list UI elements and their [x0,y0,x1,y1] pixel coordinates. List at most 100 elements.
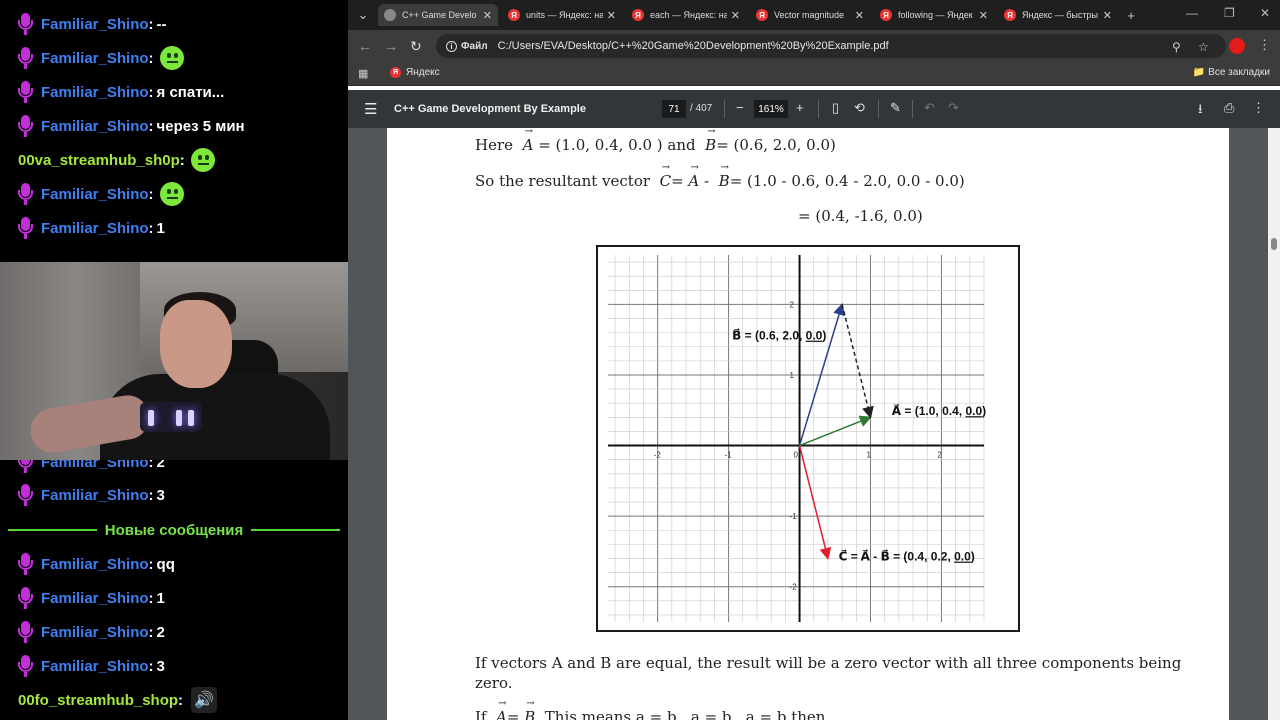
bookmark-yandex[interactable]: Я Яндекс [390,67,440,78]
close-window-icon[interactable]: ✕ [1260,6,1270,20]
microphone-icon [18,553,33,575]
chat-message-text: -- [156,15,167,33]
tab-close-icon[interactable]: ✕ [855,9,864,22]
zoom-icon[interactable]: ⚲ [1172,40,1181,54]
minimize-icon[interactable]: — [1186,6,1198,20]
webcam-overlay [0,262,348,460]
forward-icon[interactable]: → [384,38,398,54]
chat-separator: : [148,486,154,504]
yandex-icon: Я [880,9,892,21]
redo-icon[interactable]: ↷ [948,100,959,116]
chat-username[interactable]: Familiar_Shino [41,50,149,67]
chat-username[interactable]: Familiar_Shino [41,590,149,607]
chat-message-text: qq [156,555,175,573]
site-info-chip[interactable]: i Файл [446,40,488,52]
chat-message: Familiar_Shino:1 [18,583,165,613]
browser-menu-icon[interactable]: ⋮ [1258,37,1271,53]
browser-tab[interactable]: Яfollowing — Яндек ✕ [874,4,994,26]
browser-window: ⌄ C++ Game Develo ✕ Яunits — Яндекс: на ✕ Яe… [348,0,1280,720]
speaker-icon: 🔊 [191,687,218,713]
download-icon[interactable]: ⭳ [1198,100,1203,122]
chat-username[interactable]: Familiar_Shino [41,556,149,573]
microphone-icon [18,81,33,103]
back-icon[interactable]: ← [358,38,372,54]
tab-close-icon[interactable]: ✕ [483,9,492,22]
reload-icon[interactable]: ↻ [410,38,422,55]
annotate-icon[interactable]: ✎ [890,100,901,116]
tab-close-icon[interactable]: ✕ [731,9,740,22]
microphone-icon [18,217,33,239]
microphone-icon [18,183,33,205]
undo-icon[interactable]: ↶ [924,100,935,116]
rotate-icon[interactable]: ⟲ [854,100,865,116]
new-messages-label: Новые сообщения [104,521,244,539]
paragraph-last-line: If A= B. This means a = b , a = b , a = … [475,698,825,720]
chat-message: Familiar_Shino:3 [18,651,165,681]
url-text[interactable]: C:/Users/EVA/Desktop/C++%20Game%20Develo… [498,40,889,52]
zoom-level-input[interactable]: 161% [754,100,788,118]
green-emote-icon [159,46,184,70]
chat-username[interactable]: Familiar_Shino [41,487,149,504]
chat-message-text: 3 [156,486,165,504]
scrollbar-thumb[interactable] [1271,238,1277,250]
browser-tab[interactable]: C++ Game Develo ✕ [378,4,498,26]
new-tab-button[interactable]: + [1120,4,1142,26]
chat-username[interactable]: Familiar_Shino [41,84,149,101]
browser-tab[interactable]: Я Vector magnitude ✕ [750,4,870,26]
x-tick-label: -1 [725,451,733,460]
microphone-icon [18,587,33,609]
profile-avatar[interactable] [1229,38,1245,54]
chat-username[interactable]: Familiar_Shino [41,658,149,675]
chat-separator: : [148,117,154,135]
chat-message-text: я спати... [156,83,225,101]
file-chip-label: Файл [461,40,488,52]
chat-username[interactable]: Familiar_Shino [41,16,149,33]
pdf-viewer[interactable]: Here A = (1.0, 0.4, 0.0 ) and B= (0.6, 2… [348,128,1280,720]
omnibox[interactable]: i Файл C:/Users/EVA/Desktop/C++%20Game%20… [436,34,1226,58]
fit-page-icon[interactable]: ▯ [832,100,839,116]
chat-username[interactable]: Familiar_Shino [41,118,149,135]
tab-strip: ⌄ C++ Game Develo ✕ Яunits — Яндекс: на ✕ Яe… [348,0,1280,30]
all-bookmarks-label: Все закладки [1208,67,1270,78]
maximize-icon[interactable]: ❐ [1224,6,1235,20]
microphone-icon [18,47,33,69]
apps-grid-icon[interactable]: ▦ [358,67,368,80]
divider [724,100,725,118]
zoom-in-icon[interactable]: + [796,100,804,115]
zoom-out-icon[interactable]: − [736,100,744,115]
chat-message: Familiar_Shino:2 [18,617,165,647]
chat-username[interactable]: Familiar_Shino [41,186,149,203]
bookmark-star-icon[interactable]: ☆ [1198,40,1209,54]
sidebar-menu-icon[interactable]: ☰ [364,100,377,118]
vector-label-b: B⃗ = (0.6, 2.0, 0.0) [732,329,826,343]
more-options-icon[interactable]: ⋮ [1252,100,1265,116]
tab-search-icon[interactable]: ⌄ [352,4,374,26]
x-tick-label: 0 [794,451,799,460]
browser-tab[interactable]: Яeach — Яндекс: на ✕ [626,4,746,26]
chat-username[interactable]: Familiar_Shino [41,624,149,641]
yandex-icon: Я [1004,9,1016,21]
microphone-icon [18,115,33,137]
pdf-page: Here A = (1.0, 0.4, 0.0 ) and B= (0.6, 2… [387,128,1229,720]
page-number-input[interactable]: 71 [662,100,686,118]
browser-tab[interactable]: Я Яндекс — быстры ✕ [998,4,1118,26]
chat-username[interactable]: 00fo_streamhub_shop [18,692,178,709]
browser-tab[interactable]: Яunits — Яндекс: на ✕ [502,4,622,26]
y-tick-label: 1 [790,371,795,380]
paragraph-text-cont: zero. [475,674,513,692]
tab-close-icon[interactable]: ✕ [1103,9,1112,22]
yandex-icon: Я [632,9,644,21]
tab-close-icon[interactable]: ✕ [607,9,616,22]
microphone-icon [18,13,33,35]
all-bookmarks[interactable]: 📁 Все закладки [1193,67,1270,78]
chat-message-text: через 5 мин [156,117,245,135]
pdf-scrollbar[interactable] [1268,128,1280,720]
chat-username[interactable]: 00va_streamhub_sh0p [18,152,180,169]
chat-message: 00fo_streamhub_shop: 🔊 [18,685,218,715]
chat-separator: : [148,657,154,675]
tab-close-icon[interactable]: ✕ [979,9,988,22]
microphone-icon [18,484,33,506]
chat-username[interactable]: Familiar_Shino [41,220,149,237]
print-icon[interactable]: ⎙ [1224,100,1234,116]
x-tick-label: -2 [654,451,662,460]
